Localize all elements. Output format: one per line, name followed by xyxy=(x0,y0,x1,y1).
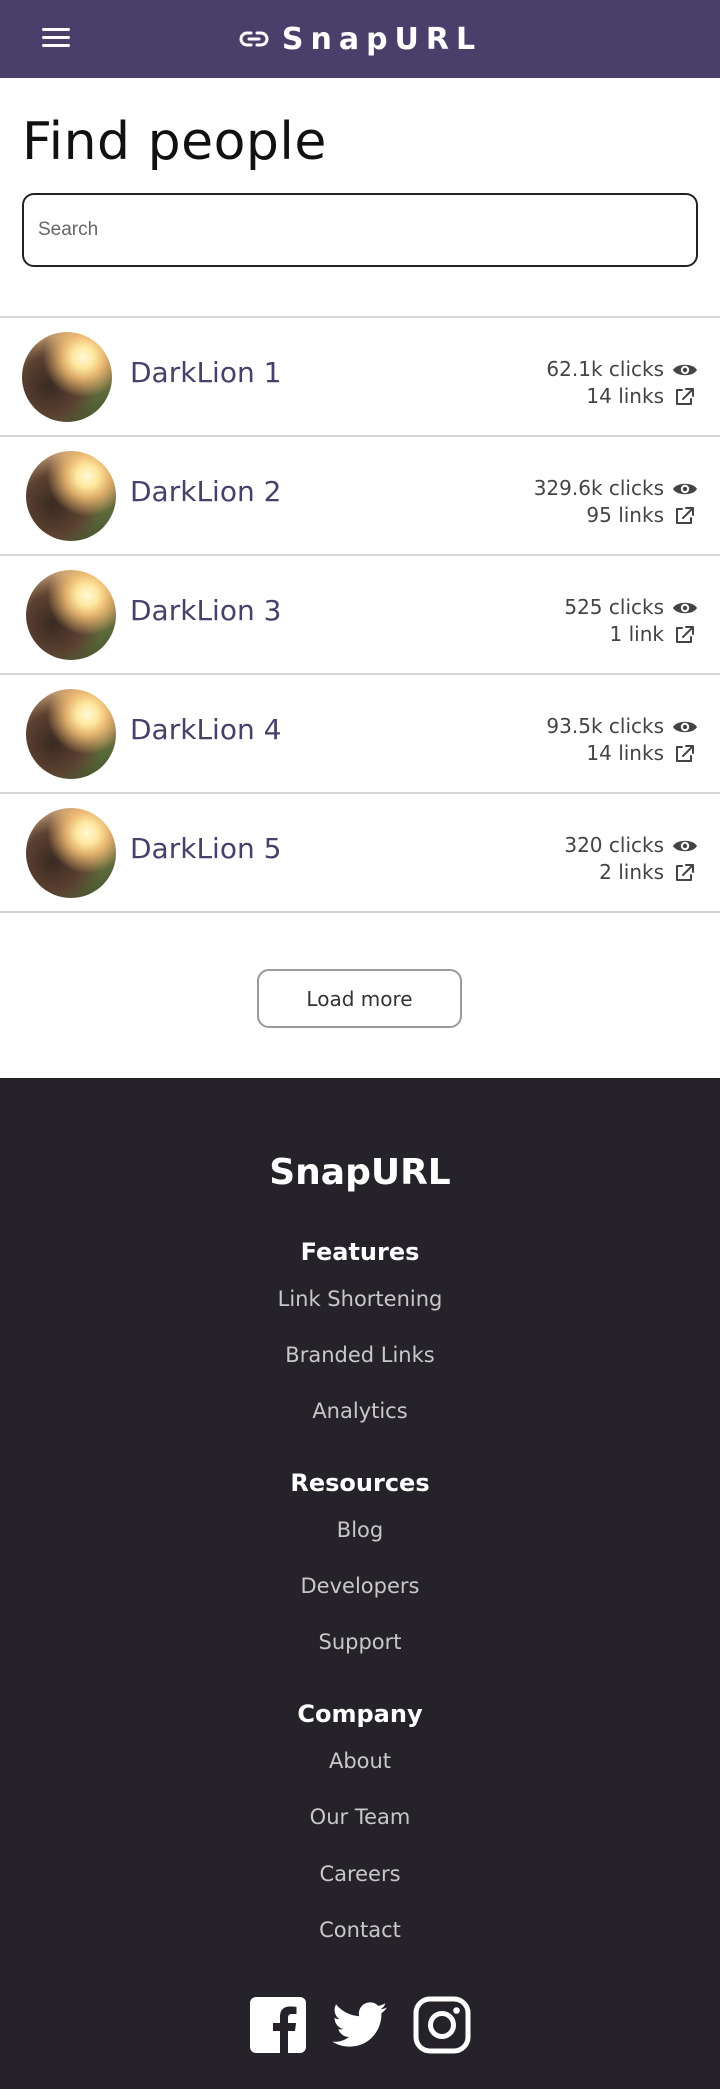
eye-icon xyxy=(673,602,697,613)
links-count: 1 link xyxy=(609,622,664,646)
person-stats: 525 clicks 1 link xyxy=(564,594,698,648)
twitter-icon[interactable] xyxy=(330,1995,390,2055)
footer-heading-features: Features xyxy=(300,1238,420,1266)
instagram-icon[interactable] xyxy=(412,1995,472,2055)
avatar xyxy=(26,570,116,660)
links-stat: 95 links xyxy=(534,502,698,529)
footer-link-analytics[interactable]: Analytics xyxy=(0,1399,720,1423)
footer-heading-company: Company xyxy=(297,1700,423,1728)
avatar xyxy=(22,332,112,422)
links-count: 95 links xyxy=(586,503,664,527)
clicks-count: 320 clicks xyxy=(564,833,664,857)
person-stats: 62.1k clicks 14 links xyxy=(546,356,698,410)
links-stat: 14 links xyxy=(546,383,698,410)
person-stats: 320 clicks 2 links xyxy=(564,832,698,886)
list-item[interactable]: DarkLion 1 62.1k clicks 14 links xyxy=(0,316,720,435)
clicks-stat: 93.5k clicks xyxy=(546,713,698,740)
list-item[interactable]: DarkLion 3 525 clicks 1 link xyxy=(0,554,720,673)
search-input[interactable] xyxy=(22,193,698,267)
eye-icon xyxy=(673,483,697,494)
social-links xyxy=(0,1995,720,2055)
external-link-icon xyxy=(676,744,694,762)
eye-icon xyxy=(673,840,697,851)
links-stat: 14 links xyxy=(546,740,698,767)
avatar xyxy=(26,689,116,779)
footer-link-branded-links[interactable]: Branded Links xyxy=(0,1343,720,1367)
footer-heading-resources: Resources xyxy=(290,1469,430,1497)
facebook-icon[interactable] xyxy=(248,1995,308,2055)
links-count: 14 links xyxy=(586,741,664,765)
clicks-count: 93.5k clicks xyxy=(546,714,664,738)
person-stats: 329.6k clicks 95 links xyxy=(534,475,698,529)
list-item[interactable]: DarkLion 2 329.6k clicks 95 links xyxy=(0,435,720,554)
footer-link-blog[interactable]: Blog xyxy=(0,1518,720,1542)
eye-icon xyxy=(673,721,697,732)
person-name: DarkLion 4 xyxy=(130,713,282,746)
list-item[interactable]: DarkLion 5 320 clicks 2 links xyxy=(0,792,720,913)
brand-logo[interactable]: SnapURL xyxy=(0,0,720,78)
footer-link-link-shortening[interactable]: Link Shortening xyxy=(0,1287,720,1311)
external-link-icon xyxy=(676,625,694,643)
clicks-count: 329.6k clicks xyxy=(533,476,664,500)
person-stats: 93.5k clicks 14 links xyxy=(546,713,698,767)
link-icon xyxy=(239,31,269,47)
links-count: 2 links xyxy=(599,860,664,884)
person-name: DarkLion 5 xyxy=(130,832,282,865)
clicks-stat: 329.6k clicks xyxy=(534,475,698,502)
footer-brand: SnapURL xyxy=(269,1152,451,1193)
person-name: DarkLion 2 xyxy=(130,475,282,508)
eye-icon xyxy=(673,364,697,375)
external-link-icon xyxy=(676,506,694,524)
clicks-stat: 525 clicks xyxy=(564,594,698,621)
links-stat: 2 links xyxy=(564,859,698,886)
footer-link-careers[interactable]: Careers xyxy=(0,1862,720,1886)
footer-link-our-team[interactable]: Our Team xyxy=(0,1805,720,1829)
brand-name: SnapURL xyxy=(281,21,483,57)
clicks-stat: 320 clicks xyxy=(564,832,698,859)
avatar xyxy=(26,808,116,898)
external-link-icon xyxy=(676,387,694,405)
links-stat: 1 link xyxy=(564,621,698,648)
footer-link-contact[interactable]: Contact xyxy=(0,1918,720,1942)
avatar xyxy=(26,451,116,541)
footer-link-about[interactable]: About xyxy=(0,1749,720,1773)
footer: SnapURL Features Link Shortening Branded… xyxy=(0,1078,720,2089)
person-name: DarkLion 3 xyxy=(130,594,282,627)
clicks-count: 62.1k clicks xyxy=(546,357,664,381)
list-item[interactable]: DarkLion 4 93.5k clicks 14 links xyxy=(0,673,720,792)
load-more-button[interactable]: Load more xyxy=(257,969,462,1028)
clicks-stat: 62.1k clicks xyxy=(546,356,698,383)
page-title: Find people xyxy=(22,112,327,172)
top-bar: SnapURL xyxy=(0,0,720,78)
footer-link-developers[interactable]: Developers xyxy=(0,1574,720,1598)
links-count: 14 links xyxy=(586,384,664,408)
footer-link-support[interactable]: Support xyxy=(0,1630,720,1654)
external-link-icon xyxy=(676,863,694,881)
people-list: DarkLion 1 62.1k clicks 14 links DarkLion 2… xyxy=(0,316,720,913)
clicks-count: 525 clicks xyxy=(564,595,664,619)
person-name: DarkLion 1 xyxy=(130,356,282,389)
